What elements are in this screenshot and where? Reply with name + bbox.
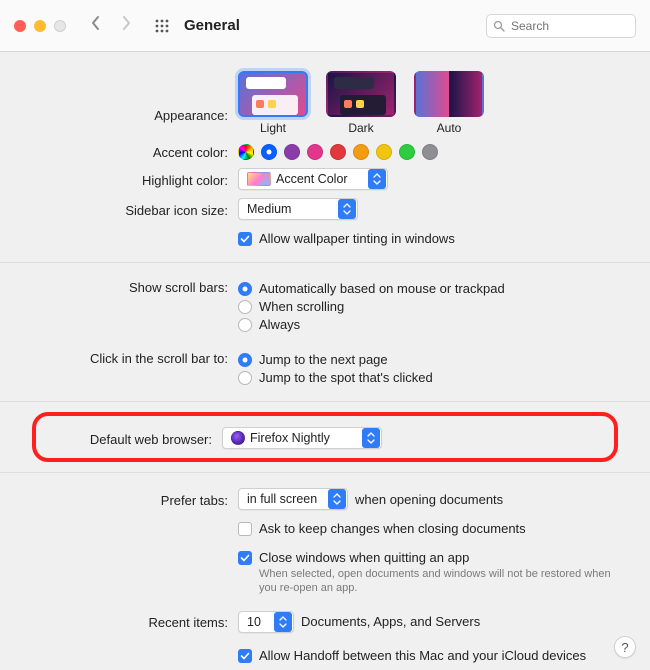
wallpaper-tint-label: Allow wallpaper tinting in windows [259,231,455,246]
scrollbars-scrolling-radio[interactable]: When scrolling [238,299,630,314]
search-input[interactable] [509,18,629,34]
recent-trailing: Documents, Apps, and Servers [301,614,480,629]
browser-value: Firefox Nightly [250,431,330,445]
scrollclick-label: Click in the scroll bar to: [20,347,238,366]
accent-green[interactable] [399,144,415,160]
search-field[interactable] [486,14,636,38]
handoff-label: Allow Handoff between this Mac and your … [259,648,586,663]
appearance-auto-label: Auto [414,121,484,135]
chevron-updown-icon [274,612,292,632]
wallpaper-tint-checkbox[interactable]: Allow wallpaper tinting in windows [238,231,630,246]
chevron-updown-icon [338,199,356,219]
accent-pink[interactable] [307,144,323,160]
accent-label: Accent color: [20,141,238,160]
ask-keep-label: Ask to keep changes when closing documen… [259,521,526,536]
forward-button[interactable] [116,15,136,36]
accent-swatches [238,144,630,160]
back-button[interactable] [86,15,106,36]
scrollclick-nextpage-radio[interactable]: Jump to the next page [238,352,630,367]
tabs-popup[interactable]: in full screen [238,488,348,510]
accent-purple[interactable] [284,144,300,160]
accent-orange[interactable] [353,144,369,160]
minimize-button[interactable] [34,20,46,32]
appearance-light-label: Light [238,121,308,135]
search-icon [493,20,505,32]
handoff-checkbox[interactable]: Allow Handoff between this Mac and your … [238,648,630,663]
scrollbars-auto-radio[interactable]: Automatically based on mouse or trackpad [238,281,630,296]
tabs-value: in full screen [239,492,323,506]
help-button[interactable]: ? [614,636,636,658]
highlight-label: Highlight color: [20,169,238,188]
window-title: General [184,17,240,34]
close-windows-help: When selected, open documents and window… [259,567,619,596]
browser-popup[interactable]: Firefox Nightly [222,427,382,449]
default-browser-highlight: Default web browser: Firefox Nightly [32,412,618,462]
accent-blue[interactable] [261,144,277,160]
firefox-nightly-icon [231,431,245,445]
accent-yellow[interactable] [376,144,392,160]
appearance-label: Appearance: [20,82,238,123]
close-button[interactable] [14,20,26,32]
sidebar-size-popup[interactable]: Medium [238,198,358,220]
accent-multicolor[interactable] [238,144,254,160]
toolbar: General [0,0,650,52]
appearance-dark[interactable]: Dark [326,71,396,135]
close-windows-label: Close windows when quitting an app [259,550,469,565]
sidebar-size-label: Sidebar icon size: [20,199,238,218]
close-windows-checkbox[interactable]: Close windows when quitting an app When … [238,550,630,596]
show-all-icon[interactable] [154,18,170,34]
appearance-dark-label: Dark [326,121,396,135]
tabs-trailing: when opening documents [355,492,503,507]
highlight-value: Accent Color [276,172,348,186]
recent-label: Recent items: [20,611,238,630]
scrollbars-label: Show scroll bars: [20,276,238,295]
browser-label: Default web browser: [36,428,222,447]
appearance-auto[interactable]: Auto [414,71,484,135]
window-controls [14,20,66,32]
content: Appearance: Light Dark Auto Accent color… [0,52,650,669]
highlight-popup[interactable]: Accent Color [238,168,388,190]
sidebar-size-value: Medium [239,202,297,216]
accent-graphite[interactable] [422,144,438,160]
chevron-updown-icon [328,489,346,509]
chevron-updown-icon [368,169,386,189]
scrollbars-always-radio[interactable]: Always [238,317,630,332]
tabs-label: Prefer tabs: [20,489,238,508]
scrollclick-spot-radio[interactable]: Jump to the spot that's clicked [238,370,630,385]
recent-popup[interactable]: 10 [238,611,294,633]
zoom-button[interactable] [54,20,66,32]
ask-keep-checkbox[interactable]: Ask to keep changes when closing documen… [238,521,630,536]
accent-red[interactable] [330,144,346,160]
appearance-light[interactable]: Light [238,71,308,135]
chevron-updown-icon [362,428,380,448]
recent-value: 10 [239,615,267,629]
